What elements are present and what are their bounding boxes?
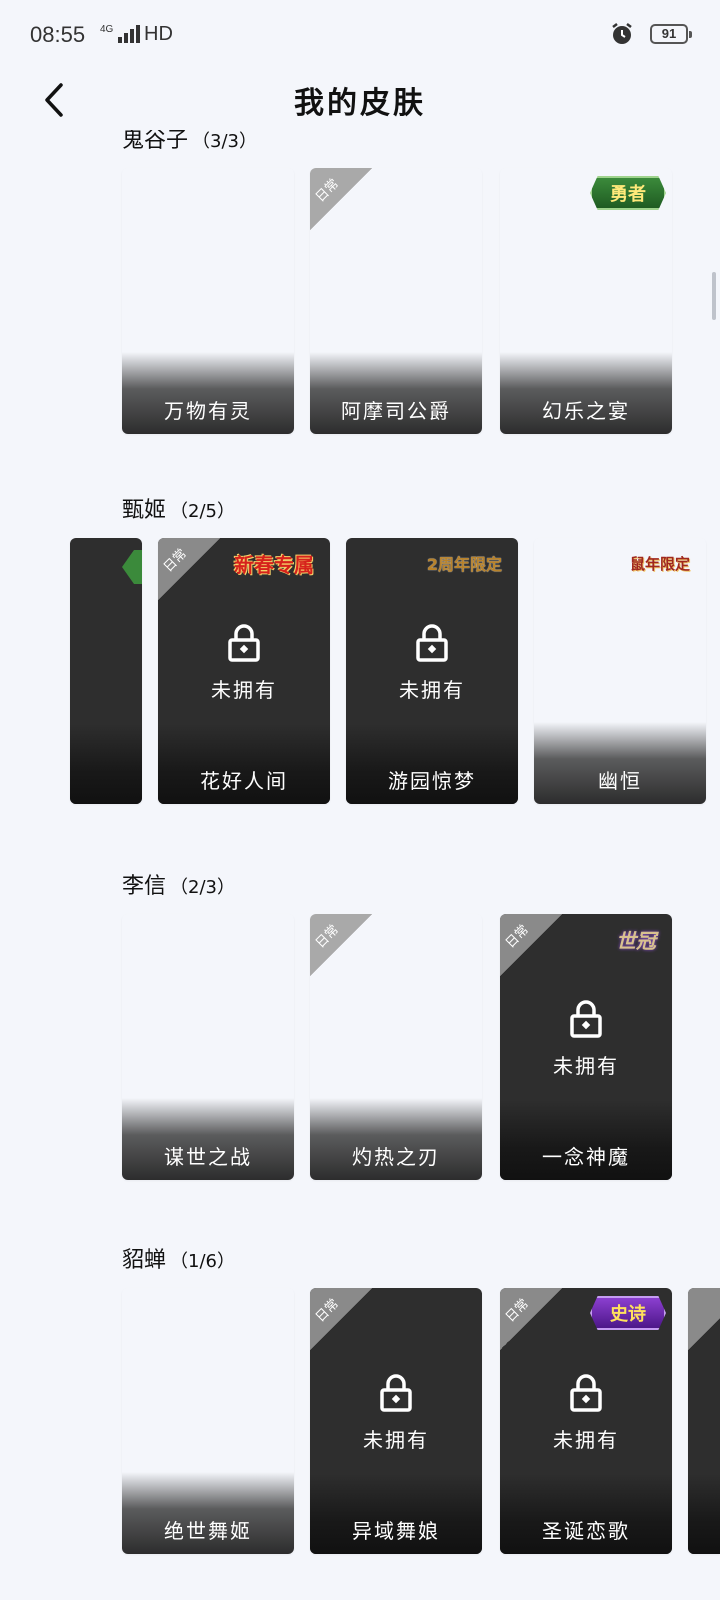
skin-row[interactable]: 绝世舞姬 日常 未拥有 异域舞娘 日常 史诗 未拥有 圣诞恋歌: [0, 1288, 720, 1556]
skin-tier-badge: 勇者: [590, 176, 666, 210]
skin-name: 万物有灵: [164, 399, 252, 423]
skin-name: 一念神魔: [542, 1145, 630, 1169]
skin-card[interactable]: 谋世之战: [122, 914, 294, 1180]
daily-ribbon: 日常: [310, 914, 372, 976]
status-bar: 08:55 4G HD 91: [0, 0, 720, 72]
not-owned-label: 未拥有: [211, 678, 277, 702]
not-owned-label: 未拥有: [399, 678, 465, 702]
skin-card[interactable]: 勇者 幻乐之宴: [500, 168, 672, 434]
daily-ribbon: 日常: [500, 1288, 562, 1350]
skin-name: 游园惊梦: [388, 769, 476, 793]
hero-name: 貂蝉: [122, 1248, 167, 1273]
daily-ribbon: 日常: [158, 538, 220, 600]
lock-icon: [416, 624, 448, 662]
page-title: 我的皮肤: [294, 86, 426, 121]
skin-card[interactable]: 万物有灵: [122, 168, 294, 434]
status-time: 08:55: [30, 22, 86, 47]
lock-icon: [380, 1374, 412, 1412]
skin-name: 幽恒: [598, 769, 642, 793]
skin-row[interactable]: 谋世之战 日常 灼热之刃 日常 世冠 未拥有 一念神魔: [0, 914, 720, 1182]
hero-skin-count: （2/5）: [170, 501, 235, 522]
hero-name: 李信: [122, 874, 167, 899]
hd-indicator: HD: [144, 23, 173, 45]
skin-name: 阿摩司公爵: [341, 399, 451, 423]
skin-row[interactable]: 万物有灵 日常 阿摩司公爵 勇者 幻乐之宴: [0, 168, 720, 436]
not-owned-label: 未拥有: [363, 1428, 429, 1452]
daily-ribbon: 日常: [500, 914, 562, 976]
skin-card-partial[interactable]: [688, 1288, 720, 1554]
daily-ribbon: [688, 1288, 720, 1350]
signal-icon: [118, 25, 140, 43]
hero-name: 鬼谷子: [122, 128, 189, 153]
skin-list[interactable]: 鬼谷子（3/3） 万物有灵 日常 阿摩司公爵 勇者 幻乐之宴 甄姬（2/5）: [0, 72, 720, 1600]
hero-heading: 甄姬 （2/5）: [122, 492, 235, 524]
skin-tier-badge: 世冠: [616, 928, 656, 953]
skin-card[interactable]: 日常 灼热之刃: [310, 914, 482, 1180]
app-header: 我的皮肤: [0, 72, 720, 130]
skin-card[interactable]: 日常 世冠 未拥有 一念神魔: [500, 914, 672, 1180]
daily-ribbon: 日常: [310, 1288, 372, 1350]
not-owned-label: 未拥有: [553, 1054, 619, 1078]
network-type: 4G: [100, 24, 114, 35]
skin-card[interactable]: 日常 新春专属 未拥有 花好人间: [158, 538, 330, 804]
skin-name: 异域舞娘: [352, 1519, 440, 1543]
skin-row[interactable]: 日常 新春专属 未拥有 花好人间 2周年限定 未拥有 游园惊梦 鼠年限定 幽恒: [0, 538, 720, 806]
hero-skin-count: （1/6）: [170, 1251, 235, 1272]
hero-name: 甄姬: [122, 498, 167, 523]
skin-name: 灼热之刃: [352, 1145, 440, 1169]
not-owned-label: 未拥有: [553, 1428, 619, 1452]
hero-heading: 貂蝉 （1/6）: [122, 1242, 235, 1274]
skin-name: 幻乐之宴: [542, 399, 630, 423]
skin-name: 花好人间: [200, 769, 288, 793]
skin-card[interactable]: 2周年限定 未拥有 游园惊梦: [346, 538, 518, 804]
lock-icon: [570, 1000, 602, 1038]
lock-icon: [228, 624, 260, 662]
skin-card[interactable]: 日常 未拥有 异域舞娘: [310, 1288, 482, 1554]
lock-icon: [570, 1374, 602, 1412]
skin-name: 绝世舞姬: [164, 1519, 252, 1543]
skin-name: 谋世之战: [164, 1145, 252, 1169]
skin-tier-badge-partial: [122, 550, 142, 584]
alarm-icon: [612, 23, 632, 44]
skin-card-partial[interactable]: [70, 538, 142, 804]
skin-card[interactable]: 绝世舞姬: [122, 1288, 294, 1554]
skin-card[interactable]: 日常 史诗 未拥有 圣诞恋歌: [500, 1288, 672, 1554]
skin-tier-badge: 鼠年限定: [629, 554, 690, 573]
hero-skin-count: （2/3）: [170, 877, 235, 898]
skin-tier-badge: 新春专属: [234, 552, 314, 577]
skin-card[interactable]: 鼠年限定 幽恒: [534, 538, 706, 804]
hero-heading: 李信 （2/3）: [122, 868, 235, 900]
skin-card[interactable]: 日常 阿摩司公爵: [310, 168, 482, 434]
hero-skin-count: （3/3）: [192, 131, 257, 152]
skin-tier-badge: 史诗: [590, 1296, 666, 1330]
skin-tier-badge: 2周年限定: [426, 555, 502, 574]
daily-ribbon: 日常: [310, 168, 372, 230]
skin-name: 圣诞恋歌: [542, 1519, 630, 1543]
battery-indicator: 91: [650, 24, 692, 44]
